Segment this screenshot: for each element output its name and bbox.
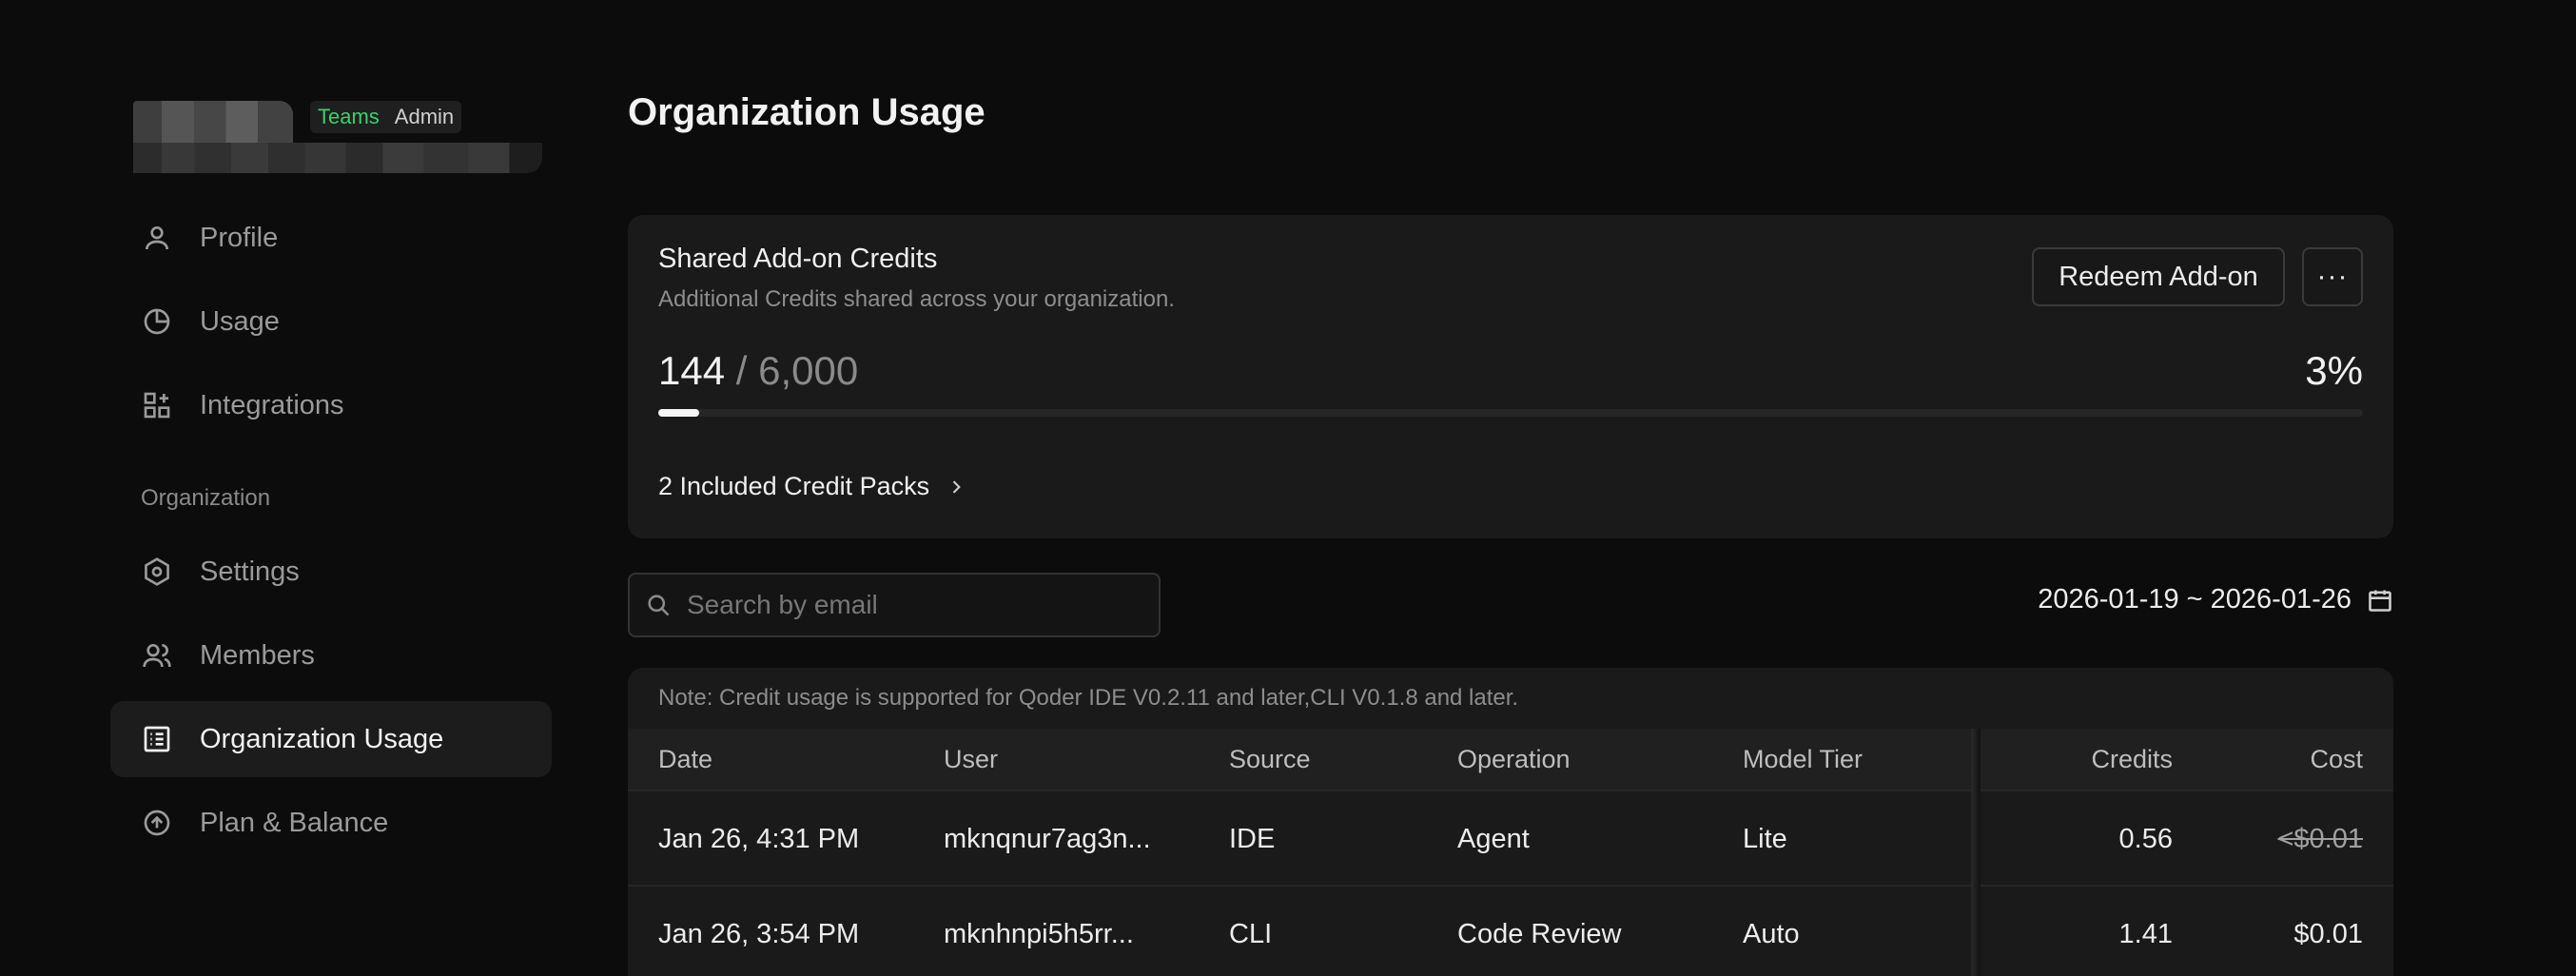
search-input[interactable]: [687, 590, 1143, 620]
cell-operation: Code Review: [1457, 918, 1622, 949]
sidebar-item-organization-usage[interactable]: Organization Usage: [110, 701, 552, 777]
table-row[interactable]: Jan 26, 4:31 PM mknqnur7ag3n... IDE Agen…: [628, 793, 2393, 887]
sidebar-item-label: Plan & Balance: [200, 807, 389, 838]
cell-model-tier: Lite: [1743, 823, 1787, 854]
account-name-redacted: [133, 143, 542, 173]
credits-percent: 3%: [2305, 348, 2363, 393]
sidebar-item-settings[interactable]: Settings: [110, 534, 552, 610]
redeem-addon-button[interactable]: Redeem Add-on: [2032, 247, 2285, 306]
cell-credits: 0.56: [2118, 823, 2173, 854]
date-range-text: 2026-01-19 ~ 2026-01-26: [2038, 584, 2352, 615]
table-header: Date User Source Operation Model Tier I …: [628, 729, 2393, 791]
pie-chart-icon: [141, 305, 173, 338]
credits-progress-bar: [658, 409, 2363, 417]
cell-credits: 1.41: [2118, 918, 2173, 949]
table-row[interactable]: Jan 26, 3:54 PM mknhnpi5h5rr... CLI Code…: [628, 888, 2393, 976]
account-badges: Teams Admin: [310, 101, 462, 133]
credits-total: 6,000: [758, 348, 859, 393]
cell-date: Jan 26, 4:31 PM: [658, 823, 860, 854]
integrations-icon: [141, 389, 173, 421]
shared-credits-card: Shared Add-on Credits Additional Credits…: [628, 215, 2393, 538]
page-title: Organization Usage: [628, 91, 986, 133]
usage-note: Note: Credit usage is supported for Qode…: [658, 685, 1519, 711]
sidebar-item-label: Integrations: [200, 389, 344, 420]
cell-model-tier: Auto: [1743, 918, 1800, 949]
sidebar-item-label: Settings: [200, 556, 300, 587]
hexagon-settings-icon: [141, 556, 173, 588]
header-user[interactable]: User: [944, 729, 998, 790]
sidebar-item-integrations[interactable]: Integrations: [110, 367, 552, 443]
sidebar: Teams Admin Profile Usage Integrations O…: [0, 0, 571, 976]
header-date[interactable]: Date: [658, 729, 712, 790]
header-credits[interactable]: Credits: [2055, 729, 2173, 790]
header-source[interactable]: Source: [1229, 729, 1311, 790]
cell-cost: $0.01: [2293, 918, 2363, 949]
page: Teams Admin Profile Usage Integrations O…: [0, 0, 2576, 976]
cell-user: mknqnur7ag3n...: [944, 823, 1151, 854]
account-header[interactable]: Teams Admin: [133, 101, 542, 177]
cell-source: CLI: [1229, 918, 1273, 949]
cell-source: IDE: [1229, 823, 1276, 854]
card-subtitle: Additional Credits shared across your or…: [658, 286, 1175, 312]
search-box[interactable]: [628, 573, 1161, 637]
sticky-column-shadow: [1971, 729, 1981, 976]
sidebar-item-plan-balance[interactable]: Plan & Balance: [110, 785, 552, 861]
sidebar-item-profile[interactable]: Profile: [110, 200, 552, 276]
cell-operation: Agent: [1457, 823, 1530, 854]
calendar-icon: [2369, 590, 2391, 612]
plan-badge: Teams: [318, 105, 380, 128]
search-icon: [648, 595, 670, 616]
sidebar-item-label: Organization Usage: [200, 723, 444, 754]
cell-user: mknhnpi5h5rr...: [944, 918, 1134, 949]
included-credit-packs-link[interactable]: 2 Included Credit Packs: [658, 472, 966, 501]
sidebar-item-members[interactable]: Members: [110, 617, 552, 693]
avatar: [133, 101, 293, 143]
cell-date: Jan 26, 3:54 PM: [658, 918, 860, 949]
header-cost[interactable]: Cost: [2211, 729, 2363, 790]
user-icon: [141, 222, 173, 254]
usage-table: Note: Credit usage is supported for Qode…: [628, 668, 2393, 976]
credits-separator: /: [725, 348, 759, 393]
credits-usage: 144 / 6,000: [658, 348, 858, 394]
arrow-up-circle-icon: [141, 807, 173, 839]
chevron-right-icon: [952, 479, 961, 494]
header-operation[interactable]: Operation: [1457, 729, 1571, 790]
sidebar-item-label: Profile: [200, 222, 279, 253]
role-badge: Admin: [394, 105, 455, 128]
sidebar-item-label: Members: [200, 639, 315, 671]
organization-section-label: Organization: [141, 485, 271, 511]
credits-progress-fill: [658, 409, 699, 417]
sidebar-item-label: Usage: [200, 305, 280, 337]
date-range-picker[interactable]: 2026-01-19 ~ 2026-01-26: [2038, 584, 2393, 615]
sidebar-item-usage[interactable]: Usage: [110, 283, 552, 360]
packs-label: 2 Included Credit Packs: [658, 472, 930, 500]
more-options-button[interactable]: ···: [2302, 247, 2363, 306]
users-icon: [141, 639, 173, 672]
list-icon: [141, 723, 173, 755]
cell-cost: <$0.01: [2277, 823, 2363, 854]
card-title: Shared Add-on Credits: [658, 244, 938, 274]
header-model-tier[interactable]: Model Tier: [1743, 729, 1863, 790]
credits-used: 144: [658, 348, 726, 393]
